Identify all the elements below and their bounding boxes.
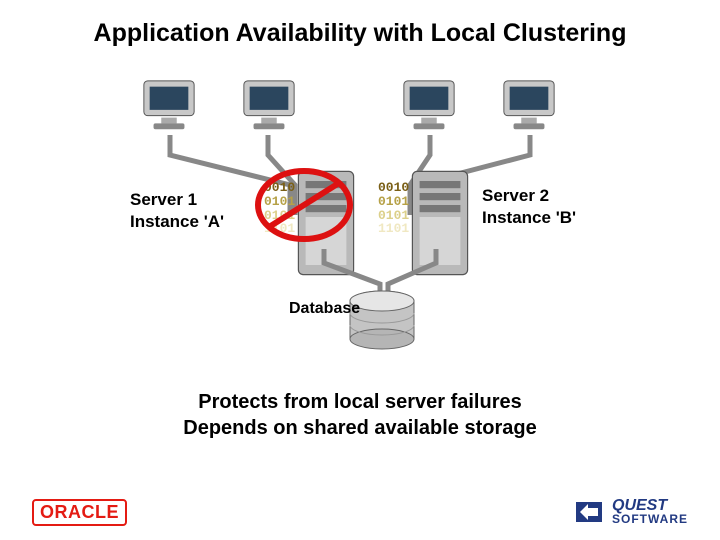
client-monitor-4: [500, 77, 558, 140]
page-title: Application Availability with Local Clus…: [0, 0, 720, 57]
summary-text: Protects from local server failures Depe…: [0, 389, 720, 441]
database-cylinder: [346, 289, 418, 351]
server-2-label: Server 2Instance 'B': [482, 185, 576, 228]
client-monitor-2: [240, 77, 298, 140]
client-monitor-1: [140, 77, 198, 140]
cluster-diagram: 0010010101011101 0010010101011101 Server…: [0, 57, 720, 297]
prohibited-icon: [254, 165, 354, 245]
binary-data-right: 0010010101011101: [378, 181, 409, 236]
footer-logos: ORACLE QUESTSOFTWARE: [0, 498, 720, 526]
server-1-label: Server 1Instance 'A': [130, 189, 224, 232]
database-label: Database: [289, 300, 360, 318]
client-monitor-3: [400, 77, 458, 140]
quest-logo: QUESTSOFTWARE: [576, 498, 688, 526]
oracle-logo: ORACLE: [32, 499, 127, 526]
